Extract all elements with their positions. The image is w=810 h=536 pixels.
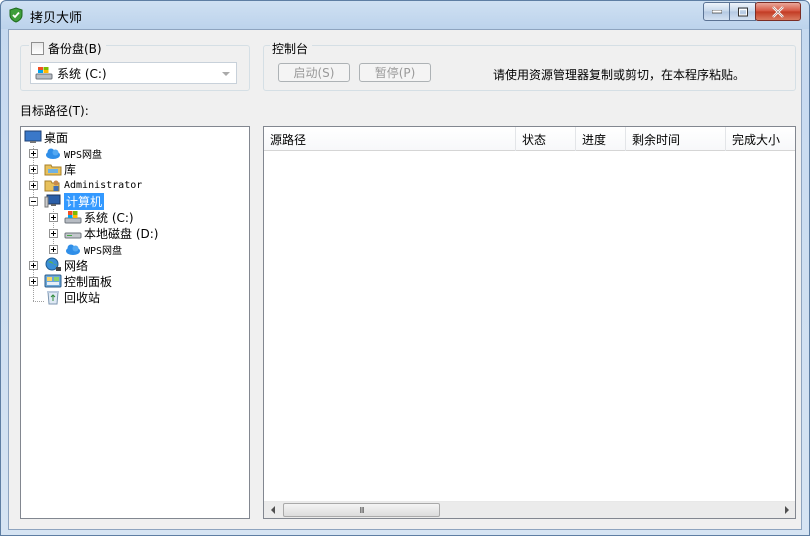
tree-item-wps-cloud-2[interactable]: WPS网盘 <box>64 241 122 257</box>
tree-item-label: Administrator <box>64 179 143 191</box>
arrow-left-icon <box>270 506 275 514</box>
scroll-right-button[interactable] <box>778 502 795 518</box>
network-icon <box>45 257 61 271</box>
tree-item-computer[interactable]: 计算机 <box>44 192 105 210</box>
tree-item-label: 桌面 <box>44 130 69 145</box>
tree-item-label: 回收站 <box>64 290 101 305</box>
expand-toggle[interactable] <box>29 261 38 270</box>
desktop-icon <box>24 130 42 143</box>
list-header: 源路径 状态 进度 剩余时间 完成大小 <box>264 127 795 151</box>
system-drive-icon <box>35 67 53 80</box>
tree-item-administrator[interactable]: Administrator <box>44 177 142 193</box>
horizontal-scrollbar[interactable]: III <box>264 501 795 518</box>
collapse-toggle[interactable] <box>29 197 38 206</box>
tree-item-local-disk-d[interactable]: 本地磁盘 (D:) <box>64 225 158 241</box>
column-header-status[interactable]: 状态 <box>516 127 576 151</box>
tree-item-label: 控制面板 <box>64 274 113 289</box>
target-path-label: 目标路径(T): <box>20 104 89 118</box>
library-icon <box>44 164 62 176</box>
column-header-completed-size[interactable]: 完成大小 <box>726 127 795 151</box>
tree-item-label: 计算机 <box>64 192 105 210</box>
arrow-right-icon <box>784 506 789 514</box>
main-window: 拷贝大师 备份盘(B) 系统 (C:) 控制台 启动(S) 暂停(P) 请使用资… <box>0 0 810 536</box>
pause-button[interactable]: 暂停(P) <box>359 63 431 82</box>
user-folder-icon <box>44 180 60 192</box>
close-button[interactable] <box>755 2 801 21</box>
tree-item-wps-cloud[interactable]: WPS网盘 <box>44 145 102 161</box>
tree-connector <box>33 301 44 302</box>
drive-icon <box>64 232 82 239</box>
column-header-remaining-time[interactable]: 剩余时间 <box>626 127 726 151</box>
tree-item-label: WPS网盘 <box>64 149 103 161</box>
shield-app-icon <box>9 7 23 23</box>
expand-toggle[interactable] <box>49 229 58 238</box>
chevron-down-icon <box>222 72 230 76</box>
minimize-button[interactable] <box>703 2 730 21</box>
tree-item-recycle-bin[interactable]: 回收站 <box>44 289 100 305</box>
column-header-source-path[interactable]: 源路径 <box>264 127 516 151</box>
maximize-icon <box>737 7 748 16</box>
expand-toggle[interactable] <box>49 245 58 254</box>
tree-item-label: 系统 (C:) <box>84 210 134 225</box>
tree-item-label: 库 <box>64 162 77 177</box>
backup-drive-select[interactable]: 系统 (C:) <box>30 62 237 84</box>
backup-checkbox-label: 备份盘(B) <box>48 42 102 56</box>
control-panel-icon <box>44 274 62 288</box>
column-header-progress[interactable]: 进度 <box>576 127 626 151</box>
expand-toggle[interactable] <box>29 149 38 158</box>
selected-drive-text: 系统 (C:) <box>57 66 107 81</box>
expand-toggle[interactable] <box>29 165 38 174</box>
cloud-icon <box>66 244 80 255</box>
scroll-left-button[interactable] <box>264 502 281 518</box>
minimize-icon <box>711 9 722 13</box>
tree-item-system-drive[interactable]: 系统 (C:) <box>64 209 134 225</box>
backup-checkbox[interactable] <box>31 42 44 55</box>
tree-item-control-panel[interactable]: 控制面板 <box>44 273 112 289</box>
cloud-icon <box>46 148 60 159</box>
start-button[interactable]: 启动(S) <box>278 63 350 82</box>
expand-toggle[interactable] <box>29 181 38 190</box>
recycle-bin-icon <box>47 291 59 305</box>
window-title: 拷贝大师 <box>30 11 83 26</box>
title-bar[interactable]: 拷贝大师 <box>1 1 809 29</box>
tree-item-label: 网络 <box>64 258 89 273</box>
console-group-label: 控制台 <box>270 40 313 57</box>
tree-item-label: 本地磁盘 (D:) <box>84 226 159 241</box>
maximize-button[interactable] <box>729 2 756 21</box>
tree-item-desktop[interactable]: 桌面 <box>24 129 68 145</box>
system-drive-icon <box>64 211 82 224</box>
console-hint: 请使用资源管理器复制或剪切，在本程序粘贴。 <box>493 68 746 82</box>
client-area: 备份盘(B) 系统 (C:) 控制台 启动(S) 暂停(P) 请使用资源管理器复… <box>8 29 802 530</box>
transfer-list[interactable]: 源路径 状态 进度 剩余时间 完成大小 III <box>263 126 796 519</box>
expand-toggle[interactable] <box>29 277 38 286</box>
folder-tree[interactable]: 桌面 WPS网盘 库 Administrator 计算机 系统 (C:) 本地磁… <box>20 126 250 519</box>
tree-item-network[interactable]: 网络 <box>44 257 88 273</box>
backup-checkbox-row[interactable]: 备份盘(B) <box>29 40 106 57</box>
tree-item-libraries[interactable]: 库 <box>44 161 76 177</box>
expand-toggle[interactable] <box>49 213 58 222</box>
tree-item-label: WPS网盘 <box>84 245 123 257</box>
computer-icon <box>44 194 61 208</box>
close-icon <box>772 6 784 17</box>
scrollbar-thumb[interactable]: III <box>283 503 440 517</box>
